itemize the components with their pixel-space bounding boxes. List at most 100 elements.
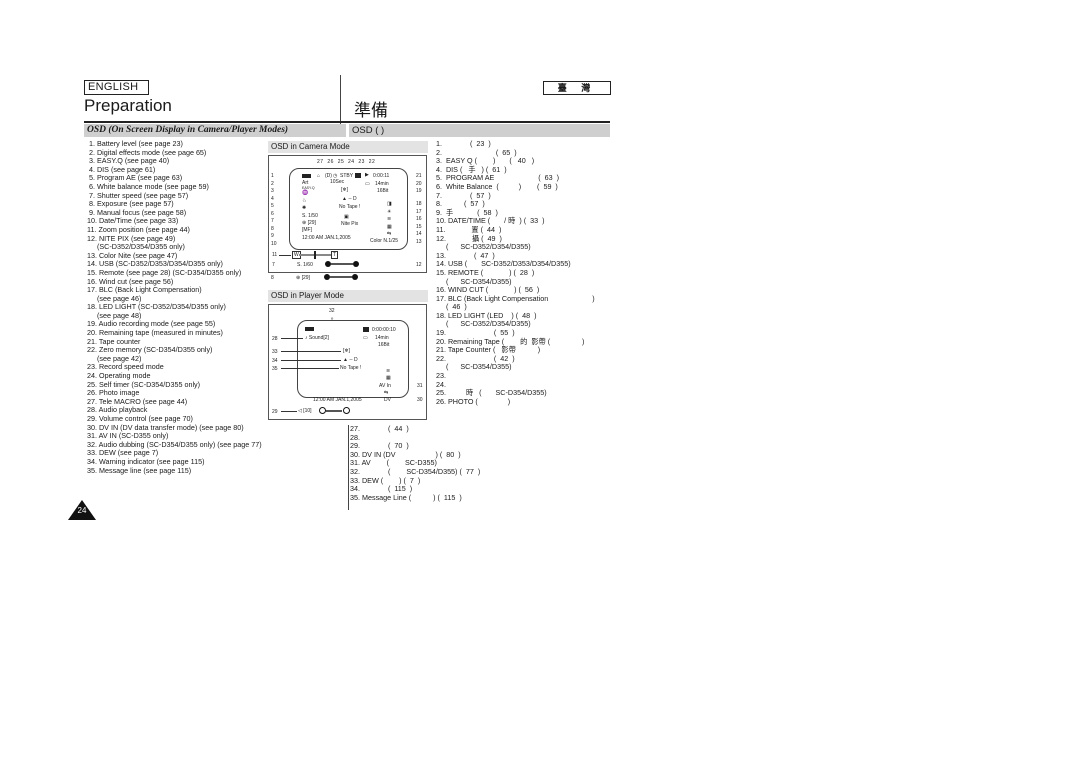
- page-title-chinese: 準備: [354, 101, 388, 120]
- callout-3: 3: [271, 188, 274, 194]
- dew-icon: [❄]: [343, 348, 350, 354]
- program-ae-icon: ♘: [302, 198, 307, 204]
- callout-31: 31: [417, 383, 423, 389]
- self-timer-value: 10Sec: [330, 179, 345, 185]
- nite-pix-icon: ▣: [344, 214, 349, 220]
- leader-line: [281, 411, 297, 412]
- callout-32: 32: [329, 308, 335, 314]
- callout-7: 7: [271, 218, 274, 224]
- camera-osd-diagram: 27 26 25 24 23 22 ⌂ (D) ◷ 10Sec STBY ▶ 0…: [268, 155, 427, 273]
- callout-8-bar: 8: [271, 275, 274, 281]
- callout-30: 30: [417, 397, 423, 403]
- usb-icon: ⇆: [384, 390, 389, 396]
- camera-right-icons: ◨ ☀ ≋ ▦ ⇆: [387, 201, 392, 239]
- callout-34: 34: [272, 358, 278, 364]
- callout-16: 16: [416, 216, 422, 222]
- callout-9: 9: [271, 233, 274, 239]
- callout-35: 35: [272, 366, 278, 372]
- message-line: No Tape !: [340, 365, 362, 371]
- list-item: 23.: [436, 371, 446, 381]
- callout-25: 25: [337, 159, 345, 165]
- dew-icon: [❄]: [341, 187, 348, 193]
- white-balance-icon: ✺: [302, 205, 307, 211]
- zoom-position-marker: [314, 251, 316, 259]
- player-right-icons: ≋ ▦: [386, 368, 391, 382]
- callout-6: 6: [271, 210, 274, 217]
- remaining-tape: 14min: [375, 335, 389, 341]
- exposure-slider: [330, 276, 352, 278]
- list-item: 27. ( 44 ): [350, 424, 409, 433]
- remote-icon: ▦: [386, 375, 391, 381]
- volume-label: ◁ [10]: [298, 408, 312, 414]
- dv-in-icon: DV: [384, 397, 391, 403]
- callout-1: 1: [271, 173, 274, 179]
- leader-line: [281, 338, 303, 339]
- callout-33: 33: [272, 349, 278, 355]
- callout-28: 28: [272, 336, 278, 342]
- callout-20: 20: [416, 181, 422, 187]
- callout-23: 23: [358, 159, 365, 165]
- page-title-english: Preparation: [84, 96, 172, 115]
- callout-7-bar: 7: [272, 262, 275, 268]
- volume-bar-start: [319, 407, 326, 414]
- callout-17: 17: [416, 208, 422, 215]
- callout-29: 29: [272, 409, 278, 415]
- tape-counter: 0:00:00:10: [372, 327, 396, 333]
- exposure-bar-end: [352, 274, 358, 280]
- record-speed-icon: [363, 327, 369, 332]
- zoom-tele-label: T: [331, 251, 339, 259]
- battery-icon: [305, 327, 314, 333]
- callout-18: 18: [416, 201, 422, 207]
- exposure: ⊕ [29]: [302, 220, 316, 226]
- page-number: 24: [77, 506, 87, 515]
- volume-bar-end: [343, 407, 350, 414]
- led-light-icon: ◨: [387, 201, 392, 207]
- av-in-label: AV In: [379, 383, 391, 389]
- callout-27: 27: [317, 159, 324, 165]
- callout-21: 21: [416, 173, 422, 179]
- tape-counter: 0:00:11: [373, 173, 390, 179]
- language-label-english: ENGLISH: [84, 80, 149, 95]
- manual-focus-icon: [MF]: [302, 227, 312, 233]
- leader-line: [281, 368, 339, 369]
- warning-indicator: ▲ -- D: [343, 357, 358, 363]
- wind-cut-icon: ≋: [386, 368, 391, 374]
- language-label-taiwan: 臺 灣: [543, 81, 611, 95]
- callout-15: 15: [416, 223, 422, 230]
- callout-19: 19: [416, 188, 422, 194]
- list-item: 26. PHOTO ( ): [436, 396, 511, 406]
- player-osd-diagram: 32 ⇧ 0:00:00:10 ▭ 14min 16Bit ♪ Sound[2]…: [268, 304, 427, 420]
- callout-10: 10: [271, 240, 277, 247]
- section-title-chinese: OSD ( ): [349, 124, 610, 137]
- record-speed-icon: [355, 173, 361, 178]
- shutter-slider: [331, 263, 353, 265]
- exposure-bar-label: ⊕ [29]: [296, 275, 310, 281]
- chinese-item-list-continued: 27. ( 44 ) 28. 29. ( 70 ) 30. DV IN (DV ) (…: [350, 424, 480, 502]
- warning-indicator: ▲ -- D: [342, 196, 357, 202]
- wind-cut-icon: ≋: [387, 216, 392, 222]
- chinese-item-list: 1. ( 23 ) 2. ( 65 ) 3. EASY Q ( ) ( 40 ) 4.…: [436, 139, 595, 406]
- callout-11: 11: [272, 252, 278, 258]
- english-item-list: 1. Battery level (see page 23) 2. Digita…: [87, 139, 262, 475]
- dv-icon: ▭: [363, 335, 368, 341]
- dis-icon: ♒: [302, 190, 309, 196]
- callout-24: 24: [348, 159, 355, 165]
- shutter-bar-end: [353, 261, 359, 267]
- callout-13: 13: [416, 239, 422, 245]
- remote-icon: ▦: [387, 223, 392, 230]
- header-rule: [84, 121, 610, 123]
- camera-osd-title: OSD in Camera Mode: [268, 141, 428, 153]
- operating-mode: STBY: [340, 173, 354, 179]
- callout-8: 8: [271, 225, 274, 232]
- remaining-tape: 14min: [375, 181, 389, 187]
- camera-right-callouts: 18 17 16 15 14: [416, 201, 422, 239]
- callout-14: 14: [416, 231, 422, 237]
- player-osd-title: OSD in Player Mode: [268, 290, 428, 302]
- leader-line: [281, 360, 341, 361]
- section-title-english: OSD (On Screen Display in Camera/Player …: [84, 124, 346, 137]
- blc-icon: ☀: [387, 208, 392, 215]
- shutter-speed: S. 1/50: [302, 213, 318, 219]
- camera-left-callouts: 1 2 3 4 5 6 7 8 9 10: [271, 173, 277, 248]
- date-time: 12:00 AM JAN.1,2005: [313, 397, 362, 403]
- color-nite: Color N.1/25: [370, 238, 399, 244]
